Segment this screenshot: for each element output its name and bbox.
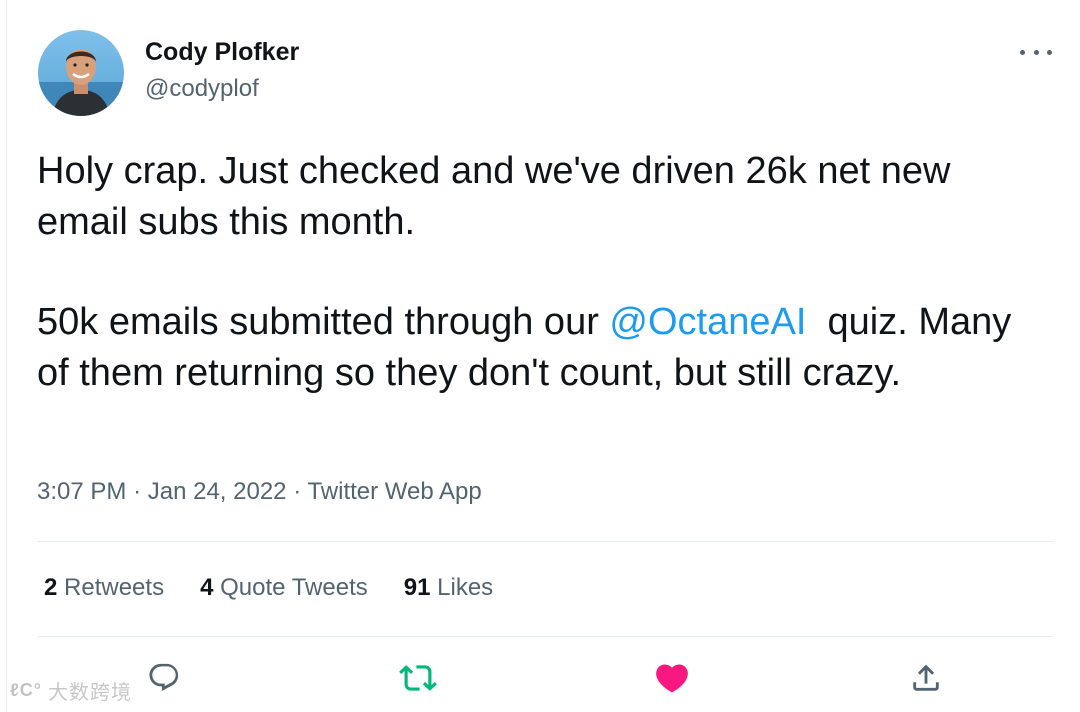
display-name[interactable]: Cody Plofker — [145, 38, 299, 67]
quotes-label: Quote Tweets — [220, 574, 368, 601]
tweet-paragraph-1: Holy crap. Just checked and we've driven… — [37, 150, 951, 243]
tweet-text-before-mention: 50k emails submitted through our — [37, 301, 610, 343]
retweet-icon — [399, 665, 437, 691]
tweet-time[interactable]: 3:07 PM — [37, 478, 126, 505]
tweet-text: Holy crap. Just checked and we've driven… — [37, 146, 1047, 398]
share-button[interactable] — [904, 656, 948, 700]
tweet-meta: 3:07 PM · Jan 24, 2022 · Twitter Web App — [37, 478, 482, 506]
retweets-label: Retweets — [64, 574, 165, 601]
divider — [37, 636, 1053, 637]
mention-link[interactable]: @OctaneAI — [609, 301, 806, 343]
tweet-date[interactable]: Jan 24, 2022 — [148, 478, 287, 505]
tweet-paragraph-2: 50k emails submitted through our @Octane… — [37, 297, 1047, 398]
share-icon — [913, 664, 939, 691]
likes-count: 91 — [403, 574, 431, 601]
avatar[interactable] — [38, 30, 124, 116]
tweet-card: Cody Plofker @codyplof Holy crap. Just c… — [0, 0, 1080, 712]
tweet-stats: 2 Retweets 4 Quote Tweets 91 Likes — [44, 574, 529, 602]
card-border — [6, 0, 7, 712]
likes-stat[interactable]: 91 Likes — [404, 574, 493, 602]
quotes-count: 4 — [200, 574, 214, 601]
quote-tweets-stat[interactable]: 4 Quote Tweets — [200, 574, 368, 602]
reply-icon — [149, 663, 179, 692]
meta-separator: · — [133, 478, 148, 505]
meta-separator: · — [293, 478, 308, 505]
heart-icon — [656, 664, 688, 693]
reply-button[interactable] — [142, 656, 186, 700]
divider — [37, 541, 1053, 542]
user-handle[interactable]: @codyplof — [145, 75, 259, 103]
watermark-logo-icon: ℓC° — [10, 680, 42, 700]
watermark: ℓC° 大数跨境 — [10, 676, 132, 705]
retweets-count: 2 — [44, 574, 58, 601]
retweets-stat[interactable]: 2 Retweets — [44, 574, 164, 602]
tweet-source[interactable]: Twitter Web App — [307, 478, 481, 505]
watermark-text: 大数跨境 — [48, 682, 132, 704]
like-button[interactable] — [650, 656, 694, 700]
retweet-button[interactable] — [396, 656, 440, 700]
likes-label: Likes — [437, 574, 494, 601]
more-options-icon[interactable] — [1018, 40, 1054, 64]
